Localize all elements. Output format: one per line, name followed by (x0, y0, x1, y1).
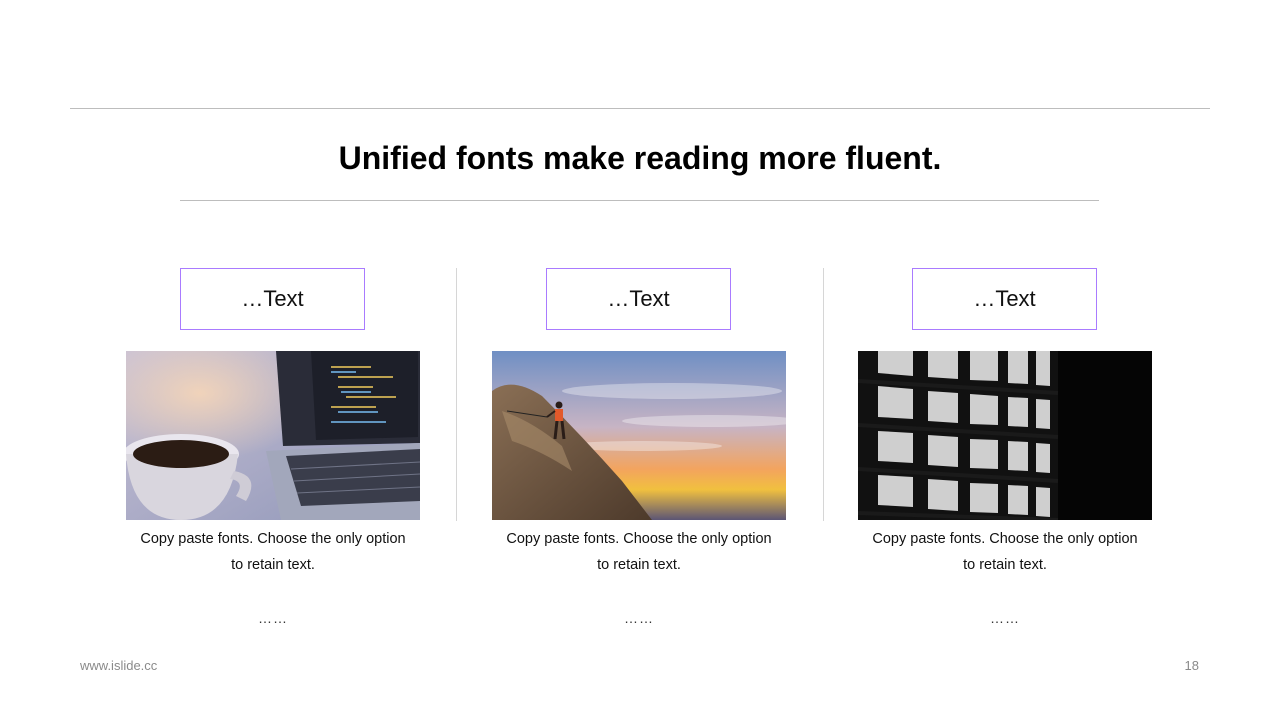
top-divider (70, 108, 1210, 109)
ellipsis-text: …… (990, 610, 1020, 626)
title-underline (180, 200, 1099, 201)
description-line: Copy paste fonts. Choose the only option (506, 531, 772, 547)
column-divider (456, 268, 457, 521)
description-line: to retain text. (963, 557, 1047, 573)
building-photo (858, 351, 1152, 520)
column-label: …Text (912, 268, 1097, 330)
column-divider (823, 268, 824, 521)
column-description: Copy paste fonts. Choose the only option… (858, 526, 1152, 578)
content-column-2: …Text Copy paste fonts. Choose the only … (492, 268, 786, 638)
laptop-coffee-image (126, 351, 420, 520)
content-column-1: …Text Copy paste fonts. Choose the only … (126, 268, 420, 638)
description-line: to retain text. (597, 557, 681, 573)
column-description: Copy paste fonts. Choose the only option… (126, 526, 420, 578)
footer-website: www.islide.cc (80, 658, 158, 673)
description-line: Copy paste fonts. Choose the only option (872, 531, 1138, 547)
content-column-3: …Text Copy paste fonts. Choose the only … (858, 268, 1152, 638)
description-line: Copy paste fonts. Choose the only option (140, 531, 406, 547)
building-image (858, 351, 1152, 520)
column-label: …Text (180, 268, 365, 330)
ellipsis-text: …… (258, 610, 288, 626)
description-line: to retain text. (231, 557, 315, 573)
climber-sunset-image (492, 351, 786, 520)
slide-title: Unified fonts make reading more fluent. (338, 140, 942, 176)
laptop-coffee-photo (126, 351, 420, 520)
ellipsis-text: …… (624, 610, 654, 626)
column-label: …Text (546, 268, 731, 330)
climber-sunset-photo (492, 351, 786, 520)
column-description: Copy paste fonts. Choose the only option… (492, 526, 786, 578)
page-number: 18 (1184, 658, 1199, 673)
